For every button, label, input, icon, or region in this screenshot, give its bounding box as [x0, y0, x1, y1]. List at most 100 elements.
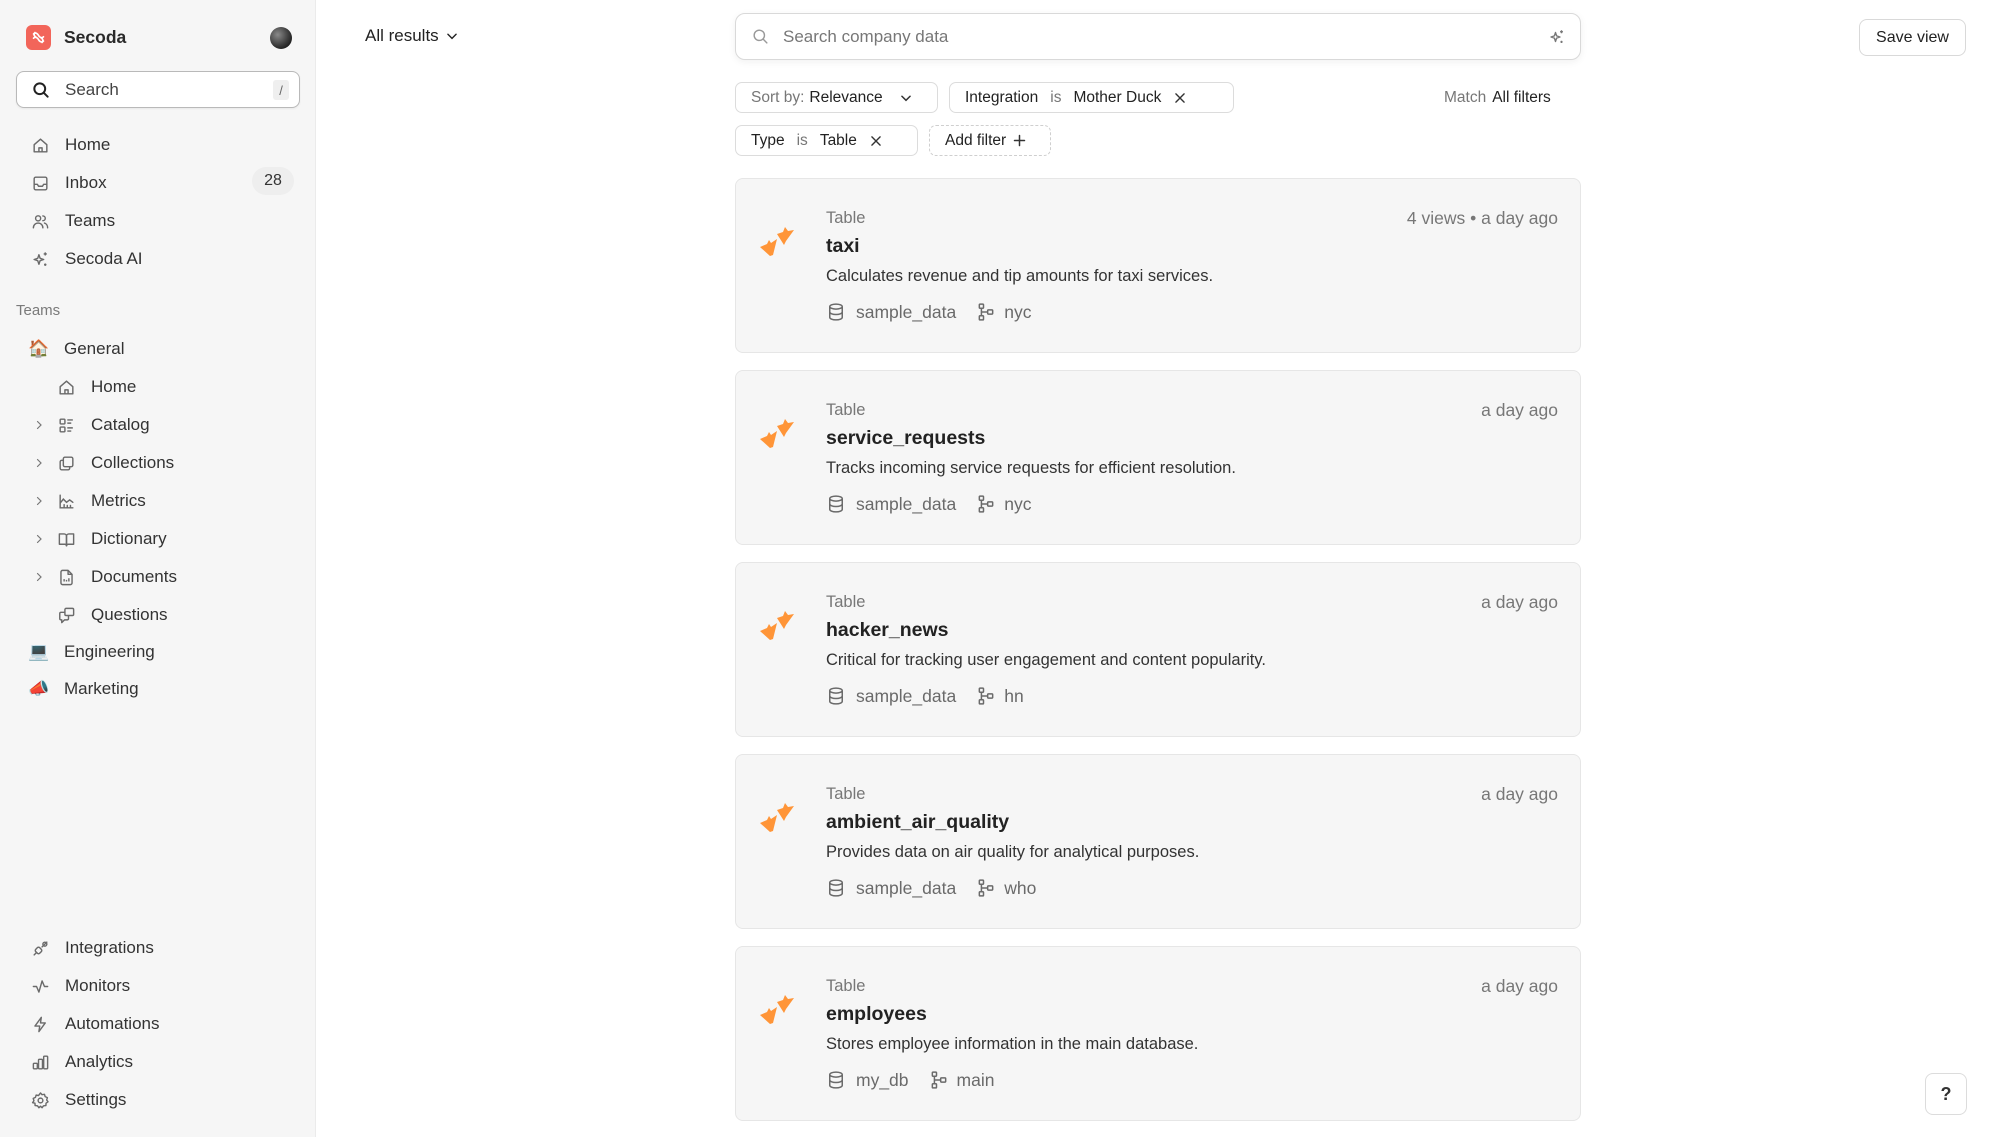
- home-icon: [56, 377, 76, 397]
- sidebar-item-inbox[interactable]: Inbox: [30, 168, 107, 198]
- team-engineering[interactable]: 💻 Engineering: [28, 637, 155, 667]
- result-schema[interactable]: main: [957, 1070, 995, 1091]
- sidebar-item-teams[interactable]: Teams: [30, 206, 115, 236]
- database-icon: [826, 685, 846, 707]
- result-database[interactable]: sample_data: [856, 494, 956, 515]
- sidebar-item-collections[interactable]: Collections: [32, 448, 174, 478]
- view-selector-dropdown[interactable]: All results: [365, 26, 459, 46]
- result-database[interactable]: my_db: [856, 1070, 909, 1091]
- inbox-icon: [30, 173, 50, 193]
- result-card[interactable]: Table hacker_news Critical for tracking …: [735, 562, 1581, 737]
- view-selector-label: All results: [365, 26, 439, 45]
- result-schema[interactable]: who: [1004, 878, 1036, 899]
- sidebar-item-dictionary[interactable]: Dictionary: [32, 524, 167, 554]
- sidebar-item-monitors[interactable]: Monitors: [30, 971, 130, 1001]
- schema-icon: [976, 877, 996, 899]
- user-avatar[interactable]: [270, 27, 292, 49]
- motherduck-logo-icon: [758, 225, 804, 259]
- filter-chip-type[interactable]: Type is Table: [735, 125, 918, 156]
- database-icon: [826, 1069, 846, 1091]
- sidebar-item-label: Integrations: [65, 938, 154, 957]
- search-icon: [751, 27, 770, 46]
- chevron-right-icon[interactable]: [32, 570, 46, 584]
- result-type: Table: [826, 401, 866, 419]
- result-database[interactable]: sample_data: [856, 302, 956, 323]
- ai-sparkles-icon[interactable]: [1548, 28, 1566, 46]
- search-icon: [31, 80, 51, 100]
- home-icon: [30, 135, 50, 155]
- result-description: Tracks incoming service requests for eff…: [826, 459, 1236, 477]
- sidebar-item-settings[interactable]: Settings: [30, 1085, 126, 1115]
- result-description: Stores employee information in the main …: [826, 1035, 1199, 1053]
- house-emoji-icon: 🏠: [28, 339, 50, 358]
- sidebar-item-questions[interactable]: Questions: [32, 600, 168, 630]
- result-card[interactable]: Table service_requests Tracks incoming s…: [735, 370, 1581, 545]
- save-view-button[interactable]: Save view: [1859, 19, 1966, 56]
- team-label: Engineering: [64, 642, 155, 661]
- result-card[interactable]: Table employees Stores employee informat…: [735, 946, 1581, 1121]
- result-schema[interactable]: hn: [1004, 686, 1023, 707]
- result-stats: a day ago: [1481, 592, 1558, 612]
- result-title[interactable]: taxi: [826, 235, 860, 258]
- sidebar-item-analytics[interactable]: Analytics: [30, 1047, 133, 1077]
- match-mode-selector[interactable]: Match All filters: [1444, 89, 1551, 107]
- result-title[interactable]: ambient_air_quality: [826, 811, 1009, 834]
- sparkles-icon: [30, 249, 50, 269]
- remove-filter-icon[interactable]: [869, 134, 883, 148]
- result-title[interactable]: employees: [826, 1003, 927, 1026]
- result-card[interactable]: Table ambient_air_quality Provides data …: [735, 754, 1581, 929]
- team-marketing[interactable]: 📣 Marketing: [28, 674, 138, 704]
- result-database[interactable]: sample_data: [856, 686, 956, 707]
- result-title[interactable]: hacker_news: [826, 619, 949, 642]
- result-stats: a day ago: [1481, 976, 1558, 996]
- workspace-name: Secoda: [64, 26, 127, 47]
- result-card[interactable]: Table taxi Calculates revenue and tip am…: [735, 178, 1581, 353]
- result-title[interactable]: service_requests: [826, 427, 985, 450]
- company-search-input[interactable]: [783, 26, 1523, 47]
- add-filter-label: Add filter: [945, 131, 1007, 149]
- filter-operator: is: [1050, 88, 1062, 106]
- plus-icon: [1012, 133, 1027, 148]
- remove-filter-icon[interactable]: [1173, 91, 1187, 105]
- bolt-icon: [30, 1014, 50, 1034]
- filter-chip-integration[interactable]: Integration is Mother Duck: [949, 82, 1234, 113]
- sort-by-dropdown[interactable]: Sort by: Relevance: [735, 82, 938, 113]
- metrics-icon: [56, 491, 76, 511]
- chevron-right-icon[interactable]: [32, 456, 46, 470]
- chevron-right-icon[interactable]: [32, 494, 46, 508]
- result-stats: a day ago: [1481, 400, 1558, 420]
- sidebar-item-secoda-ai[interactable]: Secoda AI: [30, 244, 143, 274]
- sidebar-item-general-home[interactable]: Home: [32, 372, 136, 402]
- sidebar-item-integrations[interactable]: Integrations: [30, 933, 154, 963]
- help-button[interactable]: ?: [1925, 1073, 1967, 1115]
- company-search-field[interactable]: [735, 13, 1581, 60]
- schema-icon: [976, 685, 996, 707]
- sidebar-item-documents[interactable]: Documents: [32, 562, 177, 592]
- sort-label: Sort by:: [751, 88, 805, 106]
- result-database[interactable]: sample_data: [856, 878, 956, 899]
- sidebar-item-home[interactable]: Home: [30, 130, 110, 160]
- chevron-right-icon[interactable]: [32, 418, 46, 432]
- motherduck-logo-icon: [758, 993, 804, 1027]
- pulse-icon: [30, 976, 50, 996]
- result-location: my_db main: [826, 1069, 994, 1091]
- result-location: sample_data nyc: [826, 301, 1031, 323]
- result-stats: 4 views • a day ago: [1406, 208, 1558, 228]
- sidebar-item-automations[interactable]: Automations: [30, 1009, 160, 1039]
- add-filter-button[interactable]: Add filter: [929, 125, 1051, 156]
- sidebar-item-metrics[interactable]: Metrics: [32, 486, 146, 516]
- sidebar-search-button[interactable]: Search /: [16, 71, 300, 108]
- team-general[interactable]: 🏠 General: [28, 334, 124, 364]
- sidebar-item-catalog[interactable]: Catalog: [32, 410, 150, 440]
- filter-value: Mother Duck: [1073, 88, 1162, 106]
- team-label: General: [64, 339, 125, 358]
- filter-field: Integration: [965, 88, 1039, 106]
- result-schema[interactable]: nyc: [1004, 494, 1031, 515]
- workspace-switcher[interactable]: Secoda: [26, 24, 126, 50]
- schema-icon: [976, 493, 996, 515]
- result-location: sample_data who: [826, 877, 1036, 899]
- chevron-right-icon[interactable]: [32, 532, 46, 546]
- sidebar-item-label: Dictionary: [91, 529, 167, 548]
- sidebar-item-label: Documents: [91, 567, 177, 586]
- result-schema[interactable]: nyc: [1004, 302, 1031, 323]
